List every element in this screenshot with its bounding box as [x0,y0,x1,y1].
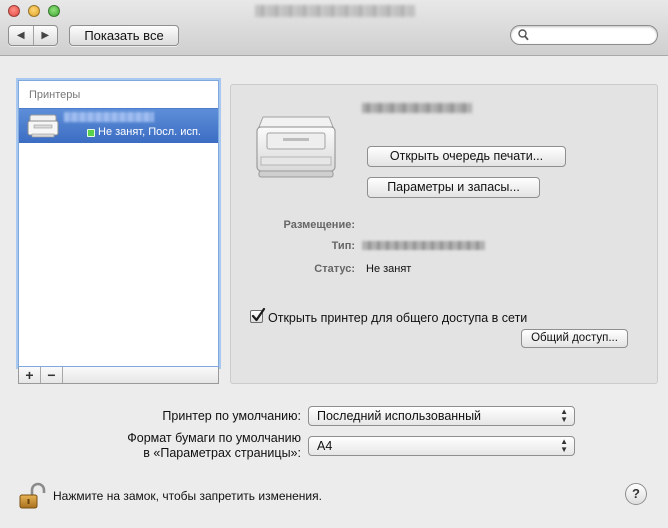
window-title [255,5,415,17]
status-value: Не занят [366,263,412,275]
printer-large-icon [253,111,339,186]
type-label: Тип: [331,240,355,252]
status-label: Статус: [314,263,355,275]
up-down-arrows-icon: ▲ ▼ [560,407,568,424]
lock-hint-text: Нажмите на замок, чтобы запретить измене… [53,489,322,503]
chevron-right-icon: ▶ [41,30,50,41]
sharing-preferences-button[interactable]: Общий доступ... [521,329,628,348]
printer-name [64,112,154,122]
back-forward-group: ◀ ▶ [8,25,58,46]
default-paper-value: A4 [317,439,333,453]
printer-detail-panel: Открыть очередь печати... Параметры и за… [230,84,658,384]
default-paper-label-line1: Формат бумаги по умолчанию [127,431,301,445]
checkmark-icon [250,307,266,327]
forward-button[interactable]: ▶ [32,26,58,45]
search-input[interactable] [533,27,651,43]
printer-icon [27,113,59,142]
share-printer-checkbox[interactable] [250,307,266,323]
selected-printer-name [362,103,472,113]
help-button[interactable]: ? [625,483,647,505]
list-controls: + − [18,367,219,384]
show-all-button[interactable]: Показать все [69,25,179,46]
printer-list[interactable]: Принтеры Не занят, Посл. исп. [18,80,219,367]
default-paper-label: Формат бумаги по умолчанию в «Параметрах… [127,431,301,461]
lock-open-icon[interactable] [18,482,46,513]
chevron-left-icon: ◀ [16,30,25,41]
preferences-window: ◀ ▶ Показать все Принтеры Не занят, Посл… [0,0,668,528]
up-down-arrows-icon: ▲ ▼ [560,437,568,454]
printer-list-item[interactable]: Не занят, Посл. исп. [19,108,218,143]
options-supplies-button[interactable]: Параметры и запасы... [367,177,540,198]
default-printer-label: Принтер по умолчанию: [162,409,301,423]
default-paper-select[interactable]: A4 ▲ ▼ [308,436,575,456]
close-window-button[interactable] [8,5,20,17]
toolbar: ◀ ▶ Показать все [0,0,668,56]
search-icon [518,29,529,44]
printer-list-header: Принтеры [29,89,81,101]
open-print-queue-button[interactable]: Открыть очередь печати... [367,146,566,167]
type-value [362,241,485,250]
search-box[interactable] [510,25,658,45]
printer-status: Не занят, Посл. исп. [98,126,201,138]
remove-printer-button[interactable]: − [41,367,63,383]
default-paper-label-line2: в «Параметрах страницы»: [143,446,301,460]
default-printer-select[interactable]: Последний использованный ▲ ▼ [308,406,575,426]
default-printer-value: Последний использованный [317,409,482,423]
status-dot-icon [87,129,95,137]
back-button[interactable]: ◀ [9,26,33,45]
share-printer-label[interactable]: Открыть принтер для общего доступа в сет… [268,311,527,325]
add-printer-button[interactable]: + [19,367,41,383]
minimize-window-button[interactable] [28,5,40,17]
location-label: Размещение: [283,219,355,231]
zoom-window-button[interactable] [48,5,60,17]
